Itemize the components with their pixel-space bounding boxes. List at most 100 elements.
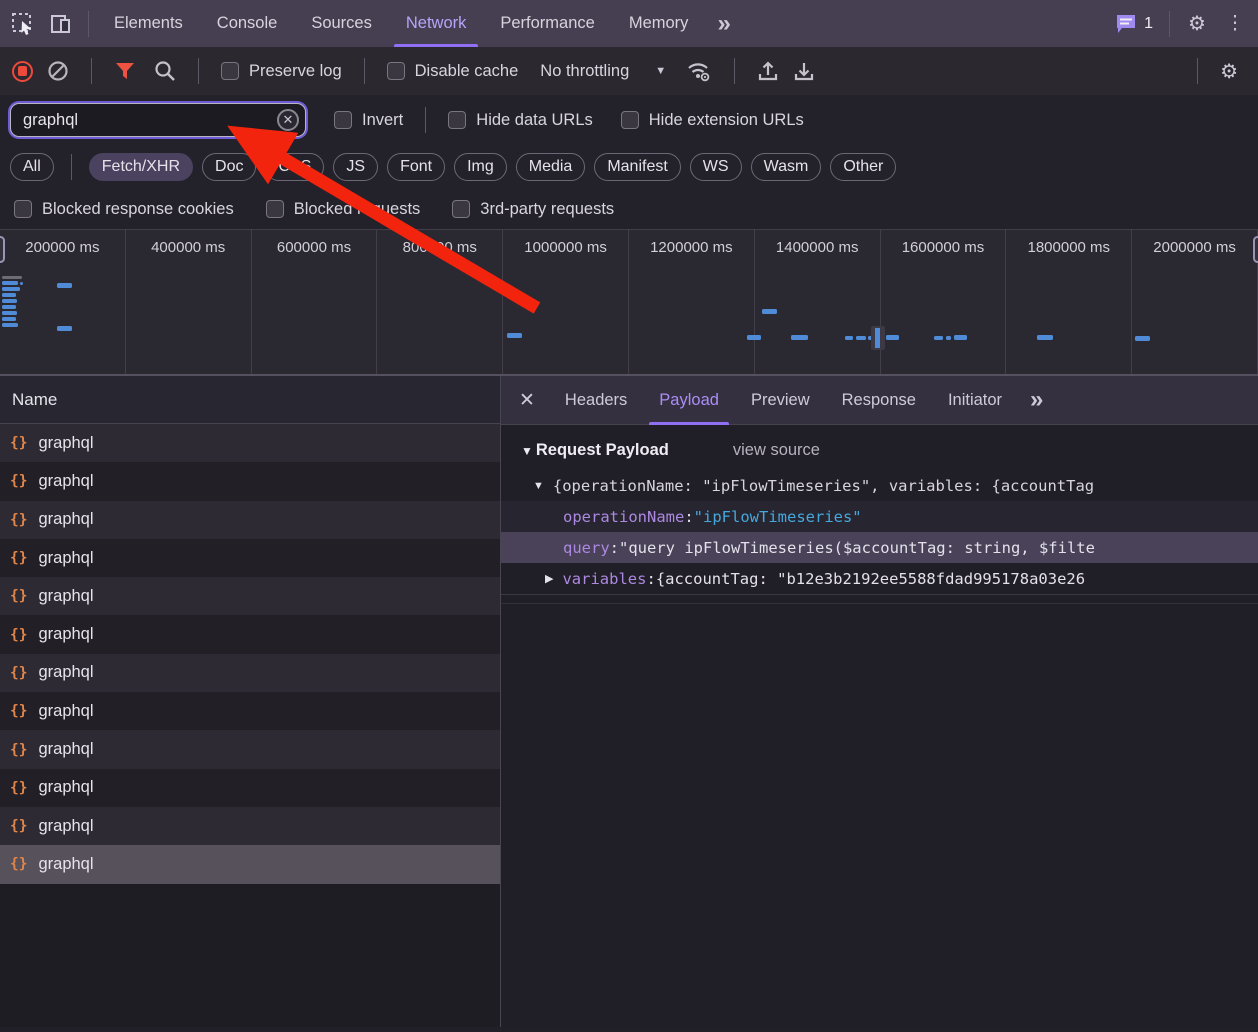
network-settings-gear-icon[interactable]: ⚙ <box>1220 59 1246 84</box>
more-tabs-icon[interactable]: » <box>705 10 742 38</box>
chip-manifest[interactable]: Manifest <box>594 153 680 181</box>
tab-payload[interactable]: Payload <box>643 376 735 425</box>
clear-filter-icon[interactable]: ✕ <box>277 109 299 131</box>
3rd-party-requests-checkbox[interactable]: 3rd-party requests <box>452 200 614 219</box>
throttling-select[interactable]: No throttling ▼ <box>540 62 666 81</box>
json-badge-icon: {} <box>10 780 27 796</box>
waterfall-overview[interactable]: 200000 ms400000 ms600000 ms800000 ms1000… <box>0 229 1258 376</box>
checkbox-label: Blocked requests <box>294 200 421 219</box>
payload-view: ▼ Request Payload view source ▼ {operati… <box>501 425 1258 604</box>
payload-summary-row[interactable]: ▼ {operationName: "ipFlowTimeseries", va… <box>501 470 1258 501</box>
timeline-tick: 600000 ms <box>252 230 378 374</box>
export-har-icon[interactable] <box>793 60 815 82</box>
divider <box>91 58 92 84</box>
issues-bubble-icon <box>1115 14 1137 34</box>
filter-row: ✕ Invert Hide data URLs Hide extension U… <box>0 95 1258 145</box>
filter-input[interactable] <box>10 103 306 137</box>
search-icon[interactable] <box>154 60 176 82</box>
inspect-element-icon[interactable] <box>4 0 42 47</box>
view-source-link[interactable]: view source <box>733 441 820 460</box>
triangle-right-icon[interactable]: ▶ <box>545 572 553 585</box>
chip-media[interactable]: Media <box>516 153 586 181</box>
payload-row-operationName[interactable]: operationName: "ipFlowTimeseries" <box>501 501 1258 532</box>
close-icon[interactable]: ✕ <box>511 389 549 412</box>
chip-font[interactable]: Font <box>387 153 445 181</box>
invert-checkbox[interactable]: Invert <box>334 111 403 130</box>
request-rows: {}graphql{}graphql{}graphql{}graphql{}gr… <box>0 424 500 884</box>
tab-sources[interactable]: Sources <box>294 0 389 47</box>
payload-value: "query ipFlowTimeseries($accountTag: str… <box>619 539 1095 557</box>
hide-data-urls-checkbox[interactable]: Hide data URLs <box>448 111 592 130</box>
tab-preview[interactable]: Preview <box>735 376 826 425</box>
tab-memory[interactable]: Memory <box>612 0 706 47</box>
issues-counter[interactable]: 1 <box>1107 14 1161 34</box>
extra-filter-row: Blocked response cookies Blocked requests… <box>0 189 1258 229</box>
json-badge-icon: {} <box>10 856 27 872</box>
tab-headers[interactable]: Headers <box>549 376 643 425</box>
request-name: graphql <box>38 549 93 568</box>
table-row[interactable]: {}graphql <box>0 539 500 577</box>
network-conditions-icon[interactable] <box>686 60 712 82</box>
chip-css[interactable]: CSS <box>265 153 324 181</box>
timeline-tick: 800000 ms <box>377 230 503 374</box>
tab-performance[interactable]: Performance <box>483 0 611 47</box>
waterfall-bar <box>1037 335 1053 340</box>
tab-initiator[interactable]: Initiator <box>932 376 1018 425</box>
tab-console[interactable]: Console <box>200 0 295 47</box>
checkbox-box <box>387 62 405 80</box>
chip-js[interactable]: JS <box>333 153 378 181</box>
blocked-requests-checkbox[interactable]: Blocked requests <box>266 200 421 219</box>
timeline-tick: 1400000 ms <box>755 230 881 374</box>
checkbox-label: Blocked response cookies <box>42 200 234 219</box>
payload-row-variables[interactable]: ▶variables: {accountTag: "b12e3b2192ee55… <box>501 563 1258 594</box>
device-toolbar-icon[interactable] <box>42 0 80 47</box>
payload-row-query[interactable]: query: "query ipFlowTimeseries($accountT… <box>501 532 1258 563</box>
request-list-panel: Name {}graphql{}graphql{}graphql{}graphq… <box>0 376 501 1027</box>
triangle-down-icon[interactable]: ▼ <box>533 480 544 492</box>
divider <box>198 58 199 84</box>
chip-wasm[interactable]: Wasm <box>751 153 822 181</box>
timeline-right-handle[interactable] <box>1253 236 1258 263</box>
checkbox-box <box>448 111 466 129</box>
divider <box>88 11 89 37</box>
blocked-response-cookies-checkbox[interactable]: Blocked response cookies <box>14 200 234 219</box>
filter-funnel-icon[interactable] <box>114 61 136 81</box>
waterfall-bar <box>946 336 951 340</box>
chip-other[interactable]: Other <box>830 153 896 181</box>
timeline-tick: 400000 ms <box>126 230 252 374</box>
table-row[interactable]: {}graphql <box>0 501 500 539</box>
table-row[interactable]: {}graphql <box>0 730 500 768</box>
settings-gear-icon[interactable]: ⚙ <box>1178 0 1216 47</box>
triangle-down-icon[interactable]: ▼ <box>521 444 533 458</box>
table-row[interactable]: {}graphql <box>0 845 500 883</box>
table-row[interactable]: {}graphql <box>0 692 500 730</box>
preserve-log-checkbox[interactable]: Preserve log <box>221 62 342 81</box>
chip-doc[interactable]: Doc <box>202 153 256 181</box>
import-har-icon[interactable] <box>757 60 779 82</box>
chip-all[interactable]: All <box>10 153 54 181</box>
table-row[interactable]: {}graphql <box>0 654 500 692</box>
chip-img[interactable]: Img <box>454 153 507 181</box>
waterfall-bar <box>954 335 967 340</box>
chip-ws[interactable]: WS <box>690 153 742 181</box>
table-row[interactable]: {}graphql <box>0 807 500 845</box>
table-row[interactable]: {}graphql <box>0 577 500 615</box>
more-detail-tabs-icon[interactable]: » <box>1018 386 1055 414</box>
tab-elements[interactable]: Elements <box>97 0 200 47</box>
hide-extension-urls-checkbox[interactable]: Hide extension URLs <box>621 111 804 130</box>
table-row[interactable]: {}graphql <box>0 615 500 653</box>
table-row[interactable]: {}graphql <box>0 424 500 462</box>
clear-button[interactable] <box>47 60 69 82</box>
table-row[interactable]: {}graphql <box>0 462 500 500</box>
table-row[interactable]: {}graphql <box>0 769 500 807</box>
chip-fetch-xhr[interactable]: Fetch/XHR <box>89 153 193 181</box>
request-name: graphql <box>38 434 93 453</box>
record-button[interactable] <box>12 61 33 82</box>
tab-network[interactable]: Network <box>389 0 484 47</box>
timeline-left-handle[interactable] <box>0 236 5 263</box>
payload-rows: operationName: "ipFlowTimeseries"query: … <box>501 501 1258 594</box>
disable-cache-checkbox[interactable]: Disable cache <box>387 62 519 81</box>
name-column-header[interactable]: Name <box>0 376 500 424</box>
kebab-menu-icon[interactable]: ⋮ <box>1216 0 1254 47</box>
tab-response[interactable]: Response <box>826 376 932 425</box>
